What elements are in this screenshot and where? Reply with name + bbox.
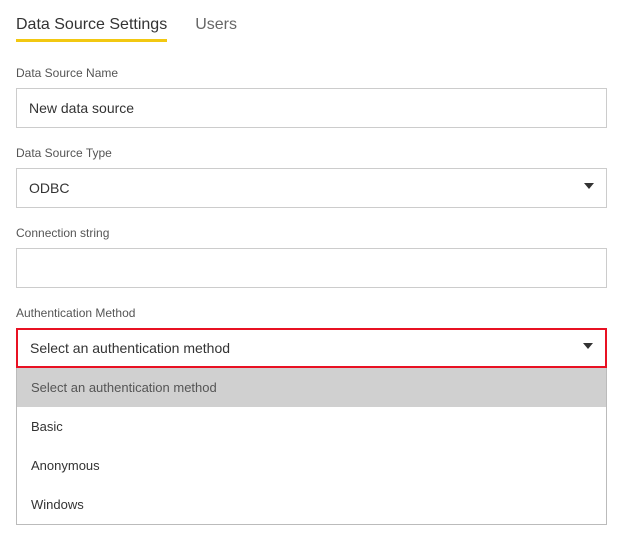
auth-option-anonymous[interactable]: Anonymous [17, 446, 606, 485]
select-data-source-type-value: ODBC [29, 180, 69, 196]
field-data-source-name: Data Source Name [16, 66, 607, 128]
field-data-source-type: Data Source Type ODBC [16, 146, 607, 208]
chevron-down-icon [584, 183, 594, 193]
label-connection-string: Connection string [16, 226, 607, 240]
select-authentication-method-value: Select an authentication method [30, 340, 230, 356]
tab-users[interactable]: Users [195, 16, 237, 42]
auth-option-placeholder[interactable]: Select an authentication method [17, 368, 606, 407]
authentication-method-dropdown: Select an authentication method Basic An… [16, 368, 607, 525]
label-data-source-name: Data Source Name [16, 66, 607, 80]
input-data-source-name[interactable] [16, 88, 607, 128]
select-data-source-type[interactable]: ODBC [16, 168, 607, 208]
chevron-down-icon [583, 343, 593, 353]
auth-option-basic[interactable]: Basic [17, 407, 606, 446]
auth-option-windows[interactable]: Windows [17, 485, 606, 524]
label-authentication-method: Authentication Method [16, 306, 607, 320]
select-authentication-method[interactable]: Select an authentication method [16, 328, 607, 368]
input-connection-string[interactable] [16, 248, 607, 288]
field-connection-string: Connection string [16, 226, 607, 288]
tab-data-source-settings[interactable]: Data Source Settings [16, 16, 167, 42]
label-data-source-type: Data Source Type [16, 146, 607, 160]
tabs-bar: Data Source Settings Users [16, 16, 607, 42]
field-authentication-method: Authentication Method Select an authenti… [16, 306, 607, 525]
